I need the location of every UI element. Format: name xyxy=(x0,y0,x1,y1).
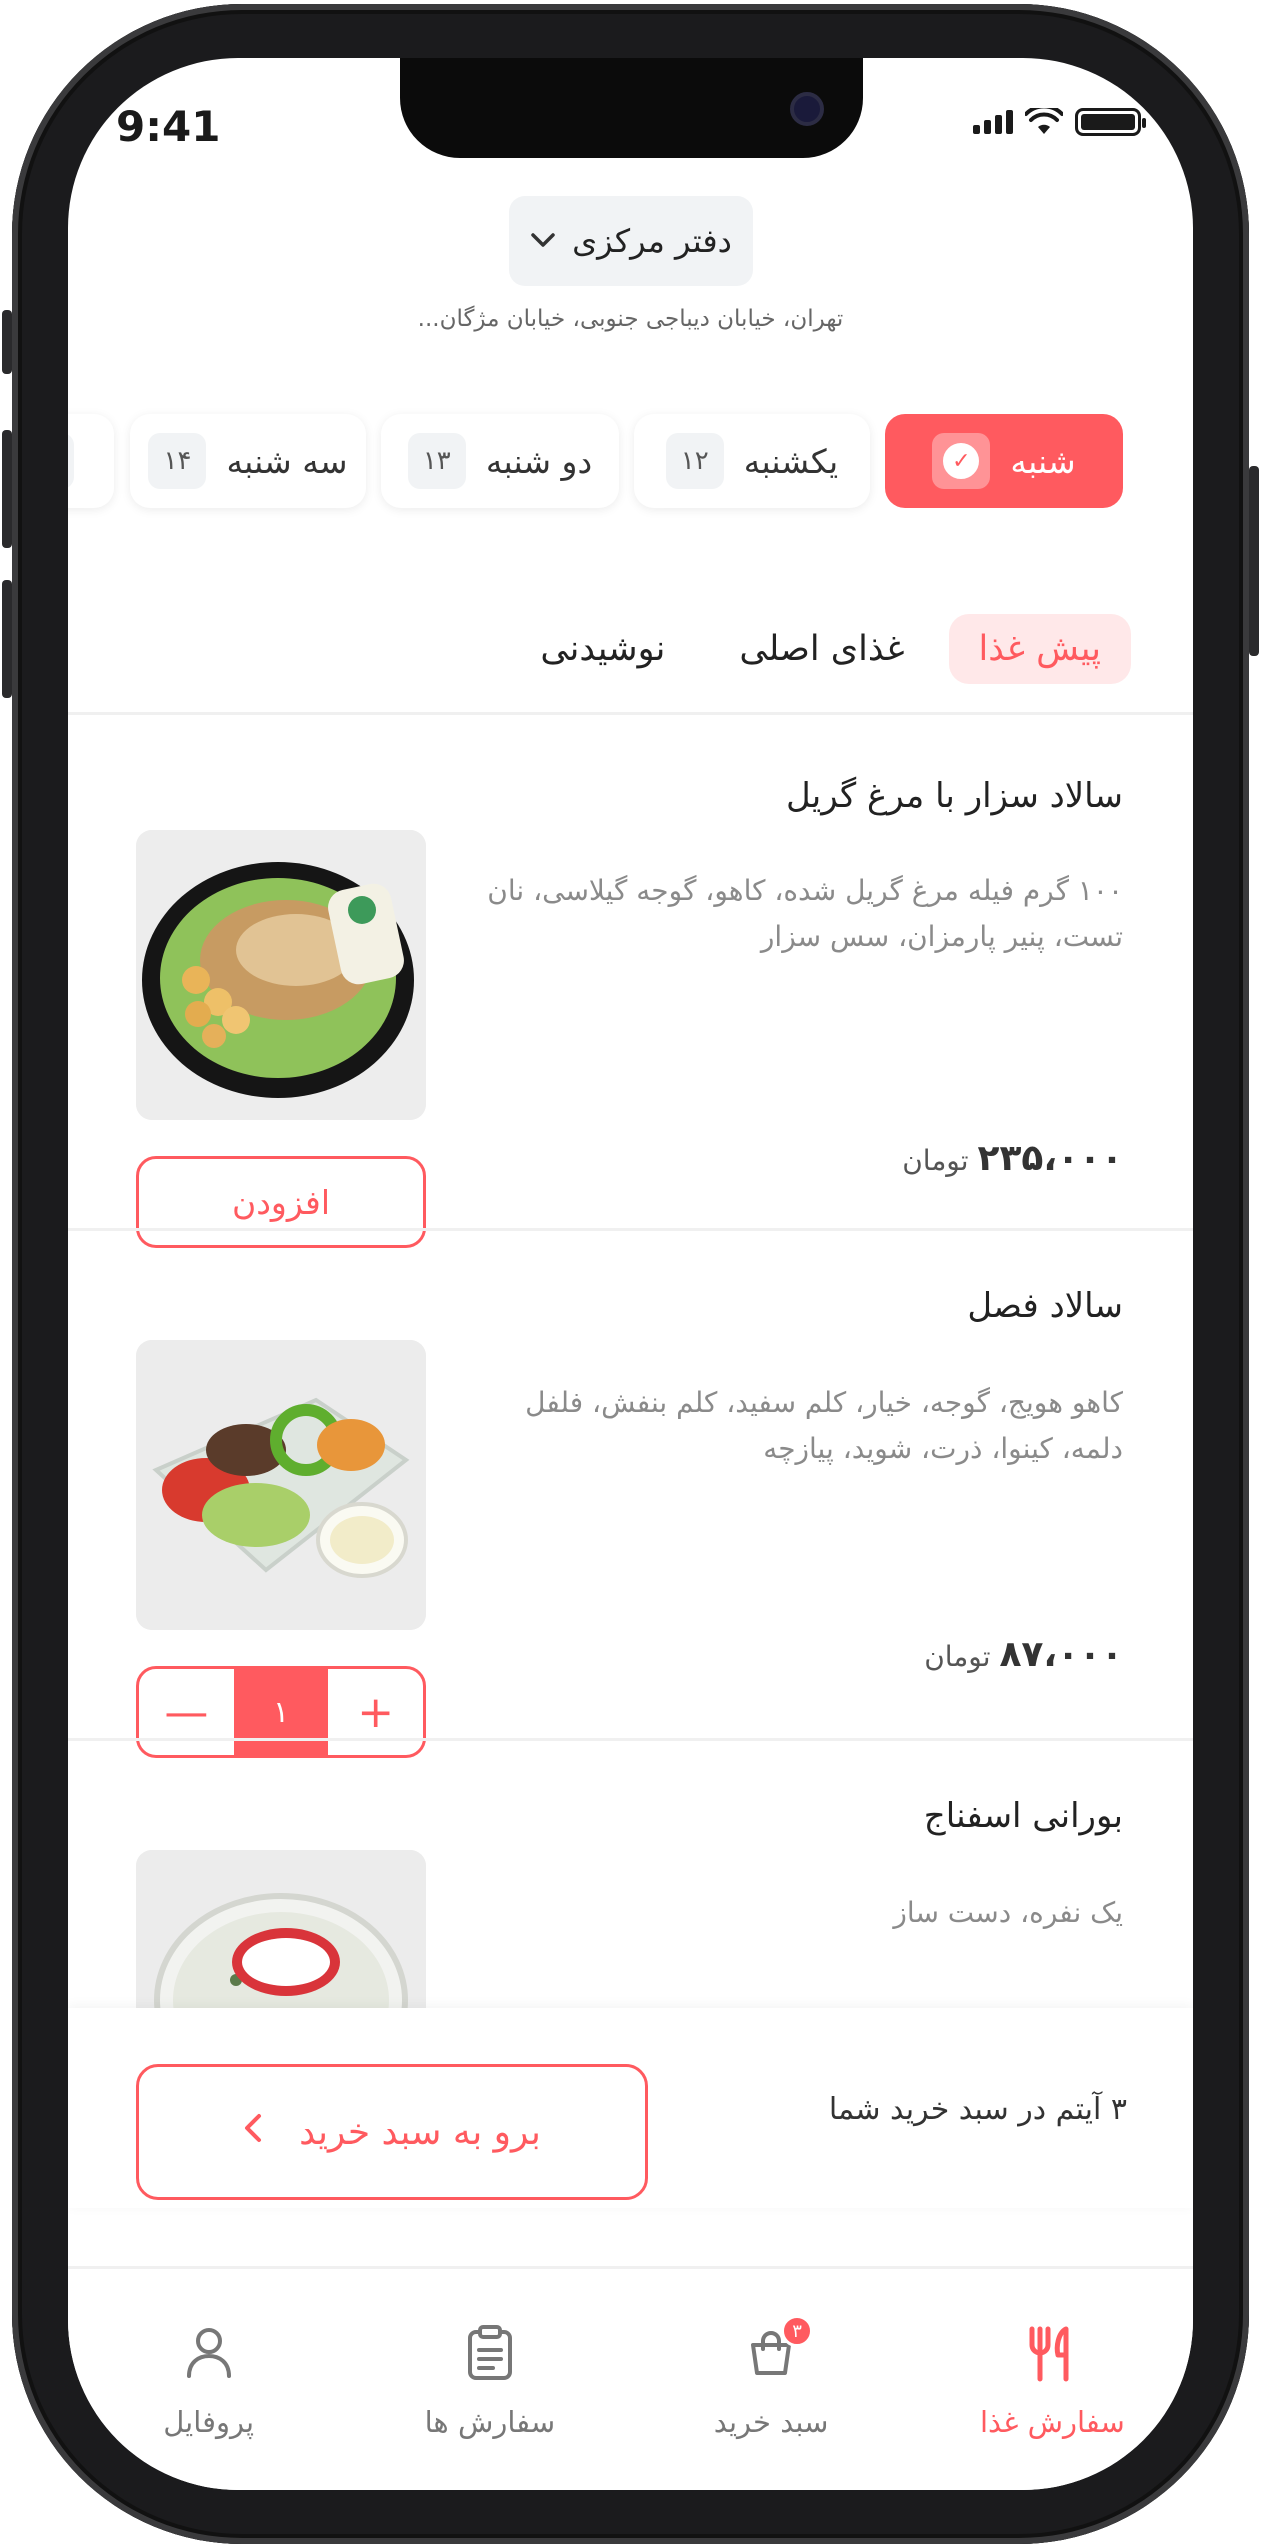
price-value: ۲۳۵،۰۰۰ xyxy=(977,1138,1123,1179)
nav-label: سبد خرید xyxy=(713,2405,829,2439)
tab-main-course[interactable]: غذای اصلی xyxy=(709,614,934,684)
camera-icon xyxy=(790,92,824,126)
item-price: ۲۳۵،۰۰۰ تومان xyxy=(902,1138,1123,1179)
decrease-button[interactable]: — xyxy=(139,1669,234,1755)
day-name: دو شنبه xyxy=(485,441,593,481)
status-time: 9:41 xyxy=(116,102,221,151)
nav-label: سفارش ها xyxy=(424,2405,556,2439)
day-number: ۱۴ xyxy=(148,433,207,489)
day-name: یکشنبه xyxy=(743,441,839,481)
item-title: بورانی اسفناج xyxy=(923,1796,1123,1836)
item-price: ۸۷،۰۰۰ تومان xyxy=(924,1634,1123,1675)
battery-icon xyxy=(1075,108,1146,136)
bottom-navigation: سفارش غذا ۳ سبد خرید سفارش ها پروفایل xyxy=(68,2266,1193,2490)
tab-appetizer[interactable]: پیش غذا xyxy=(948,614,1131,684)
wifi-icon xyxy=(1025,108,1063,134)
nav-cart[interactable]: ۳ سبد خرید xyxy=(631,2269,912,2490)
day-tab-wednesday[interactable]: ۱۵ xyxy=(68,414,114,508)
item-description: ۱۰۰ گرم فیله مرغ گریل شده، کاهو، گوجه گی… xyxy=(487,874,1123,953)
item-description: یک نفره، دست ساز xyxy=(893,1896,1123,1929)
volume-down-button xyxy=(2,580,12,698)
menu-item: سالاد فصل کاهو هویج، گوجه، خیار، کلم سفی… xyxy=(68,1286,1193,1758)
location-name: دفتر مرکزی xyxy=(572,222,732,260)
day-tab-tuesday[interactable]: سه شنبه ۱۴ xyxy=(130,414,366,508)
power-button xyxy=(1249,466,1259,656)
divider xyxy=(68,1228,1193,1231)
item-image[interactable] xyxy=(136,1850,426,2008)
chevron-left-icon xyxy=(243,2112,263,2153)
volume-up-button xyxy=(2,430,12,548)
price-value: ۸۷،۰۰۰ xyxy=(999,1634,1123,1675)
day-number: ۱۵ xyxy=(68,433,74,489)
item-image[interactable] xyxy=(136,830,426,1120)
menu-item: بورانی اسفناج یک نفره، دست ساز xyxy=(68,1796,1193,2008)
divider xyxy=(68,712,1193,715)
notch xyxy=(400,58,863,158)
divider xyxy=(68,1738,1193,1741)
tab-drinks[interactable]: نوشیدنی xyxy=(510,614,695,684)
clipboard-icon xyxy=(460,2323,520,2383)
cart-badge: ۳ xyxy=(781,2315,814,2347)
location-address: تهران، خیابان دیباجی جنوبی، خیابان مژگان… xyxy=(417,306,844,332)
nav-profile[interactable]: پروفایل xyxy=(68,2269,349,2490)
mute-switch xyxy=(2,310,12,374)
item-title: سالاد سزار با مرغ گریل xyxy=(786,776,1123,816)
day-number: ۱۲ xyxy=(665,433,724,489)
nav-label: سفارش غذا xyxy=(979,2405,1125,2439)
go-to-cart-label: برو به سبد خرید xyxy=(299,2111,541,2153)
item-image[interactable] xyxy=(136,1340,426,1630)
price-currency: تومان xyxy=(902,1144,969,1177)
item-title: سالاد فصل xyxy=(967,1286,1123,1326)
fork-knife-icon xyxy=(1022,2323,1082,2383)
price-currency: تومان xyxy=(924,1640,991,1673)
day-number: ۱۳ xyxy=(407,433,466,489)
shopping-bag-icon: ۳ xyxy=(741,2315,814,2383)
category-tabs: پیش غذا غذای اصلی نوشیدنی xyxy=(510,614,1131,684)
seasonal-salad-image xyxy=(136,1340,426,1630)
cart-summary-bar: ۳ آیتم در سبد خرید شما برو به سبد خرید xyxy=(68,2008,1193,2208)
user-icon xyxy=(179,2323,239,2383)
check-icon: ✓ xyxy=(932,433,991,489)
day-name: شنبه xyxy=(1010,441,1076,481)
cellular-signal-icon xyxy=(973,110,1013,134)
spinach-borani-image xyxy=(136,1850,426,2008)
day-selector: شنبه ✓ یکشنبه ۱۲ دو شنبه ۱۳ سه شنبه ۱۴ ۱… xyxy=(68,414,1193,514)
increase-button[interactable]: + xyxy=(328,1669,423,1755)
day-tab-saturday[interactable]: شنبه ✓ xyxy=(885,414,1123,508)
quantity-stepper: — ۱ + xyxy=(136,1666,426,1758)
quantity-value: ۱ xyxy=(233,1669,329,1755)
status-icons xyxy=(973,108,1146,136)
location-selector[interactable]: دفتر مرکزی xyxy=(509,196,753,286)
caesar-salad-image xyxy=(136,830,426,1120)
day-name: سه شنبه xyxy=(226,441,348,481)
chevron-down-icon xyxy=(530,226,556,256)
app-screen: 9:41 دفتر مرکزی تهران، خیابان دیباجی جنو… xyxy=(68,58,1193,2490)
nav-label: پروفایل xyxy=(163,2405,255,2439)
day-tab-monday[interactable]: دو شنبه ۱۳ xyxy=(381,414,619,508)
nav-orders[interactable]: سفارش ها xyxy=(349,2269,630,2490)
day-tab-sunday[interactable]: یکشنبه ۱۲ xyxy=(634,414,870,508)
menu-item: سالاد سزار با مرغ گریل ۱۰۰ گرم فیله مرغ … xyxy=(68,776,1193,1266)
item-description: کاهو هویج، گوجه، خیار، کلم سفید، کلم بنف… xyxy=(525,1386,1123,1465)
nav-order-food[interactable]: سفارش غذا xyxy=(912,2269,1193,2490)
go-to-cart-button[interactable]: برو به سبد خرید xyxy=(136,2064,648,2200)
cart-item-count: ۳ آیتم در سبد خرید شما xyxy=(828,2092,1127,2127)
add-button[interactable]: افزودن xyxy=(136,1156,426,1248)
